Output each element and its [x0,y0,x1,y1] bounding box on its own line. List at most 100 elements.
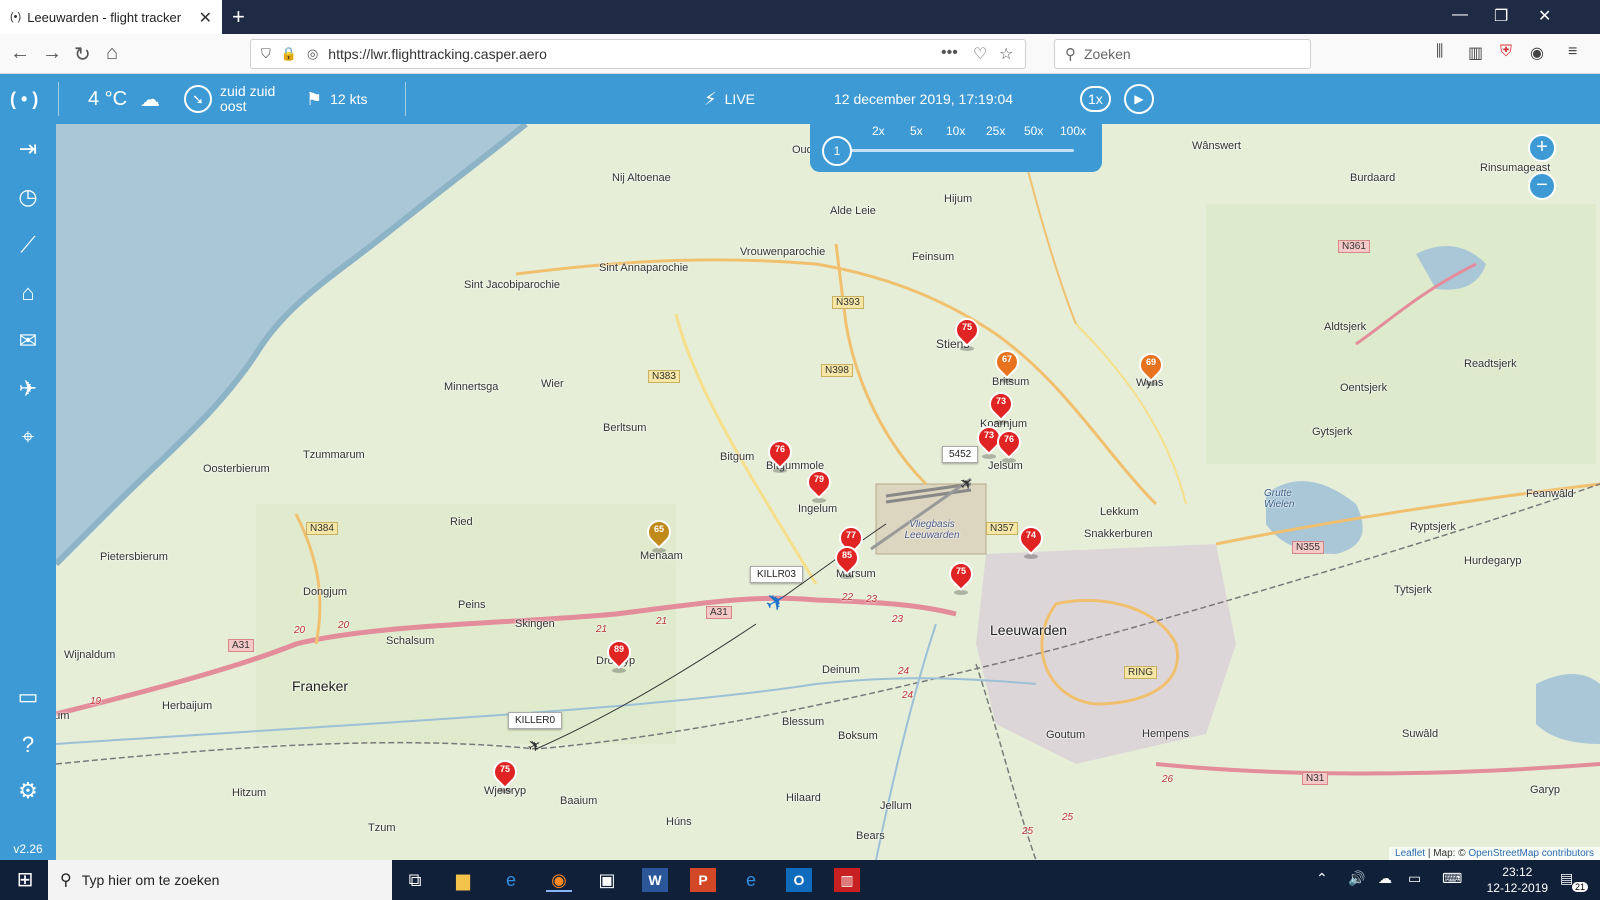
onedrive-icon[interactable]: ☁ [1378,870,1392,887]
tray-chevron-icon[interactable]: ⌃ [1316,870,1328,887]
ublock-icon[interactable]: ⛨ [1500,43,1512,61]
header-divider [58,82,59,116]
live-broadcast-icon[interactable]: ( • ) [10,74,38,124]
noise-marker[interactable]: 85 [830,541,864,580]
powerpoint-icon[interactable]: P [690,868,716,892]
play-button[interactable]: ▶ [1124,74,1154,124]
place-label: Hijum [944,193,973,205]
bookmark-star-icon[interactable]: ☆ [999,44,1013,64]
account-icon[interactable]: ◉ [1530,43,1544,63]
library-icon[interactable]: ⫼ [1436,43,1443,61]
windows-start-icon[interactable]: ⊞ [12,868,38,892]
place-label: Oentsjerk [1340,382,1388,394]
app-header: ( • ) 4 °C ☁ ➘ zuid zuid oost ⚑ 12 kts ⚡… [0,74,1600,124]
forward-icon[interactable]: → [42,42,62,65]
speed-slider-track[interactable] [850,149,1074,152]
close-window-icon[interactable]: ✕ [1538,6,1551,26]
file-explorer-icon[interactable]: ▆ [450,868,476,892]
live-label: LIVE [724,91,755,107]
task-view-icon[interactable]: ⧉ [402,868,428,892]
home-icon[interactable]: ⌂ [106,42,118,65]
outlook-icon[interactable]: O [786,868,812,892]
location-icon[interactable]: ⌖ [0,424,56,450]
keyboard-icon[interactable]: ⌨ [1442,870,1462,887]
store-icon[interactable]: ▣ [594,868,620,892]
speed-slider-handle[interactable]: 1 [822,136,852,166]
osm-link[interactable]: OpenStreetMap contributors [1468,848,1594,859]
speed-option[interactable]: 50x [1024,124,1043,138]
leaflet-link[interactable]: Leaflet [1395,848,1425,859]
more-icon[interactable]: ••• [941,44,958,62]
settings-icon[interactable]: ⚙ [0,778,56,804]
noise-marker[interactable]: 76 [992,425,1026,464]
login-icon[interactable]: ⇥ [0,136,56,162]
noise-marker[interactable]: 67 [990,345,1024,384]
sidebar-toggle-icon[interactable]: ▥ [1468,43,1483,63]
live-indicator[interactable]: ⚡ LIVE [704,74,755,124]
speed-option[interactable]: 2x [872,124,885,138]
flight-label[interactable]: 5452 [942,446,979,463]
flight-label[interactable]: KILLER0 [508,712,563,729]
noise-marker[interactable]: 74 [1014,521,1048,560]
noise-marker[interactable]: 65 [642,515,676,554]
speed-option[interactable]: 5x [910,124,923,138]
plane-icon[interactable]: ✈ [0,376,56,402]
playback-speed-button[interactable]: 1x [1080,74,1111,124]
notifications-icon[interactable]: ▤ [1560,870,1573,887]
pocket-icon[interactable]: ♡ [973,44,987,64]
noise-marker[interactable]: 75 [950,313,984,352]
zoom-in-button[interactable]: + [1528,134,1556,162]
app-icon[interactable]: ▥ [834,868,860,892]
place-label: Berltsum [603,422,647,434]
noise-marker[interactable]: 89 [602,635,636,674]
new-tab-icon[interactable]: + [232,4,245,30]
speed-option[interactable]: 100x [1060,124,1086,138]
shield-icon: ⛉ [261,46,271,61]
chat-icon[interactable]: ▭ [0,684,56,710]
map-view[interactable]: Nij Altoenae Alde Leie Hijum Wânswert Bu… [56,124,1600,860]
word-icon[interactable]: W [642,868,668,892]
reload-icon[interactable]: ↻ [74,42,91,67]
km-marker: 21 [656,616,668,627]
search-input[interactable]: ⚲ Zoeken [1054,39,1311,69]
menu-icon[interactable]: ≡ [1568,43,1577,61]
search-icon: ⚲ [60,872,72,889]
network-icon[interactable]: ▭ [1408,870,1421,887]
browser-tab[interactable]: (•) Leeuwarden - flight tracker ✕ [0,0,222,34]
noise-marker[interactable]: 76 [763,435,797,474]
noise-marker[interactable]: 69 [1134,348,1168,387]
place-label: Herbaijum [162,700,213,712]
noise-marker[interactable]: 73 [984,387,1018,426]
home-icon[interactable]: ⌂ [0,280,56,306]
speed-option[interactable]: 25x [986,124,1005,138]
help-icon[interactable]: ? [0,732,56,758]
km-marker: 22 [842,592,854,603]
edge-icon[interactable]: e [738,868,764,892]
speed-option[interactable]: 10x [946,124,965,138]
internet-explorer-icon[interactable]: e [498,868,524,892]
volume-icon[interactable]: 🔊 [1348,870,1365,887]
place-label: Hempens [1142,728,1190,740]
firefox-icon[interactable]: ◉ [546,868,572,892]
noise-marker[interactable]: 79 [802,465,836,504]
minimize-icon[interactable]: — [1452,6,1468,24]
km-marker: 25 [1022,826,1034,837]
noise-marker[interactable]: 75 [488,755,522,794]
close-tab-icon[interactable]: ✕ [199,8,212,28]
road-label: N398 [821,364,853,377]
clock-time: 23:12 [1502,865,1533,879]
flight-label[interactable]: KILLR03 [750,566,803,583]
place-label: Wijnaldum [64,649,116,661]
restore-icon[interactable]: ❐ [1494,6,1508,26]
zoom-out-button[interactable]: − [1528,172,1556,200]
noise-marker[interactable]: 75 [944,557,978,596]
system-clock[interactable]: 23:12 12-12-2019 [1487,864,1548,896]
mail-icon[interactable]: ✉ [0,328,56,354]
back-icon[interactable]: ← [10,42,30,65]
chart-icon[interactable]: ⟋ [0,232,56,258]
windows-taskbar: ⊞ ⚲ Typ hier om te zoeken ⧉ ▆ e ◉ ▣ W P … [0,860,1600,900]
url-bar[interactable]: ⛉ 🔒 ◎ https://lwr.flighttracking.casper.… [250,39,1026,69]
taskbar-search-input[interactable]: ⚲ Typ hier om te zoeken [48,860,392,900]
clock-icon[interactable]: ◷ [0,184,56,210]
playback-speed-panel: 2x 5x 10x 25x 50x 100x 1 [810,124,1102,172]
